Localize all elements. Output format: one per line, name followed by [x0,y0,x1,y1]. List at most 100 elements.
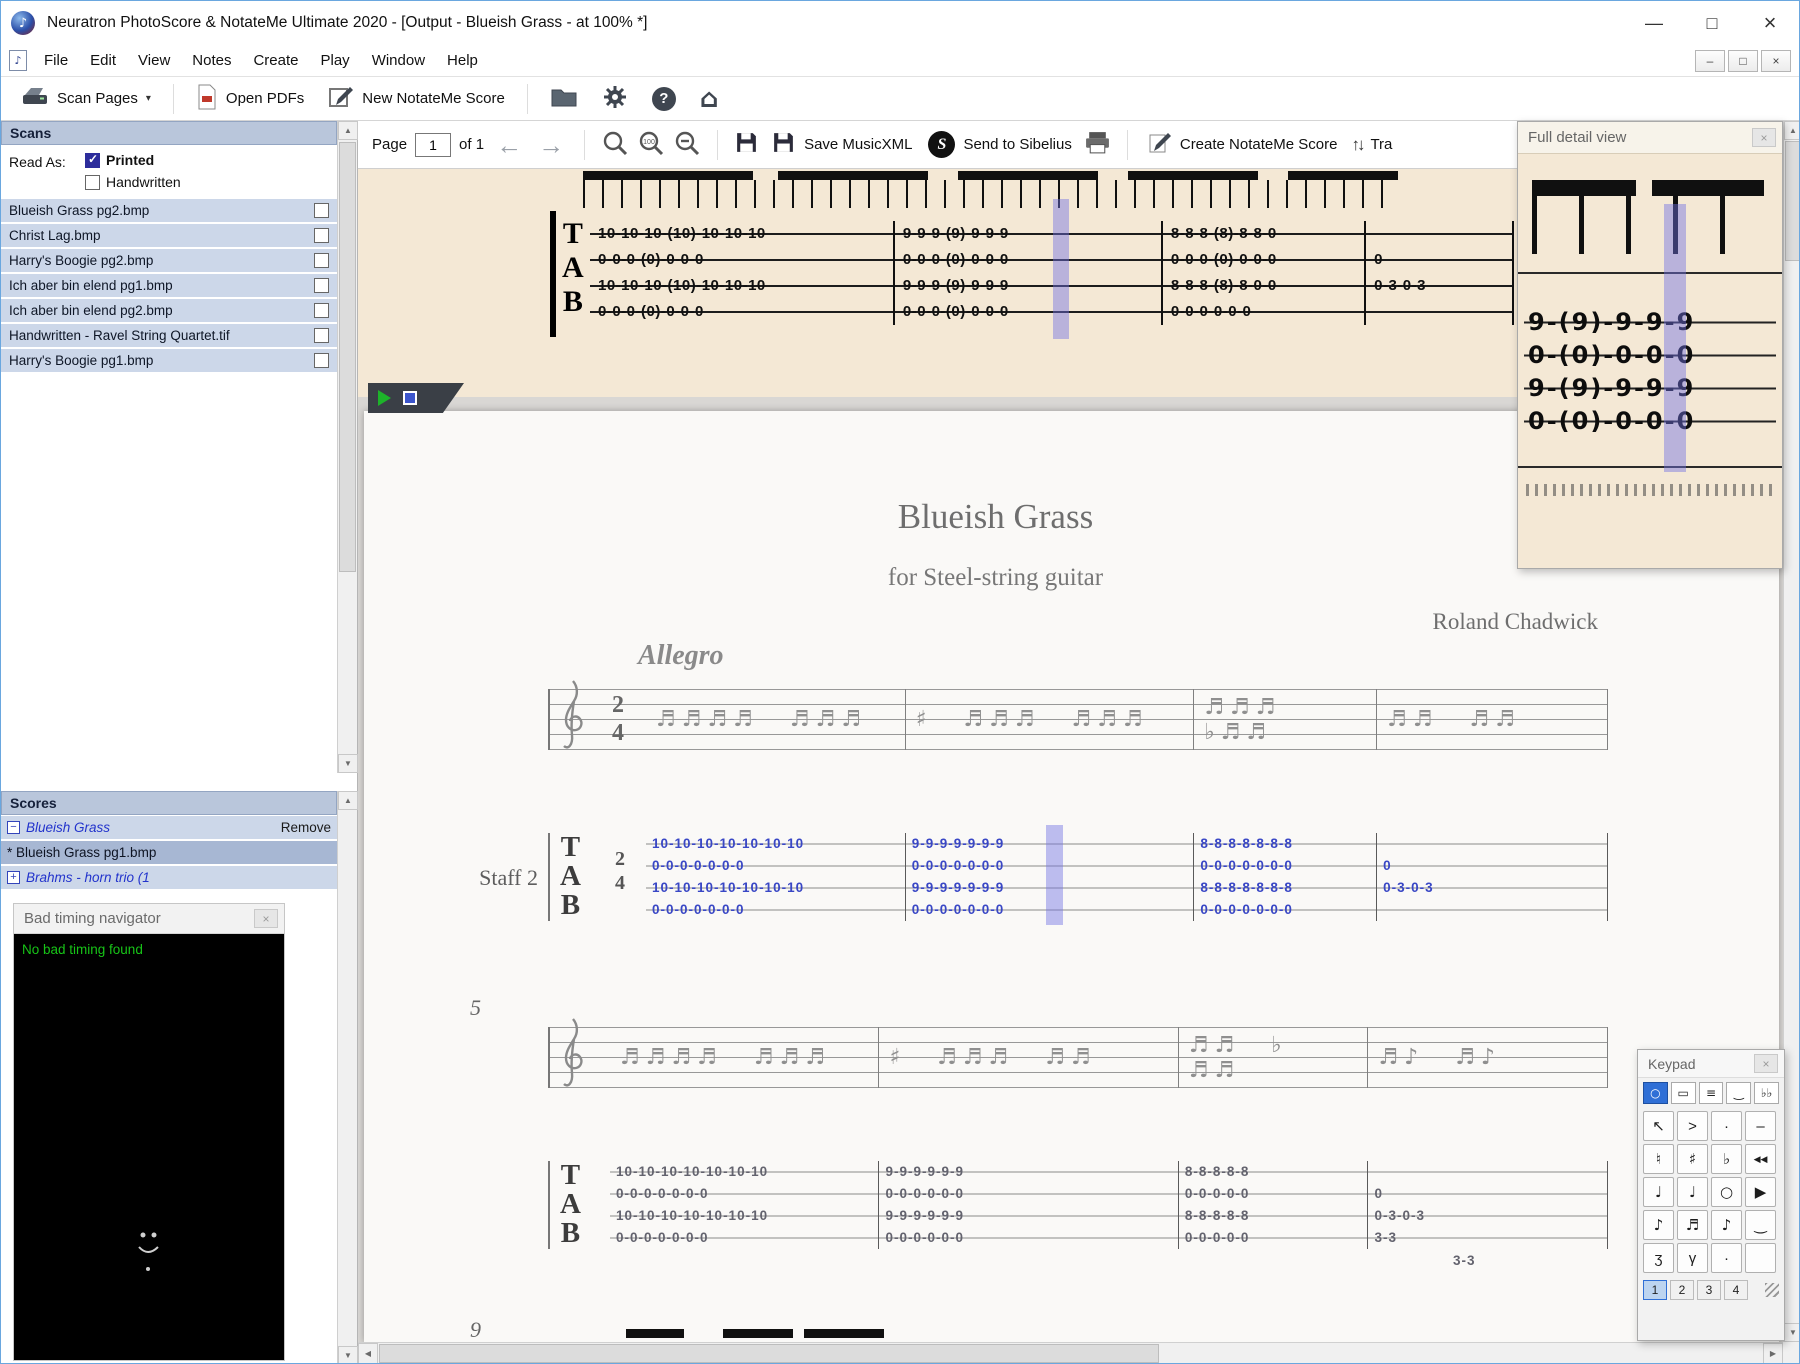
previous-page-button[interactable]: ← [492,132,526,158]
scans-scrollbar[interactable]: ▲ ▼ [337,121,358,773]
keypad-header[interactable]: Keypad × [1638,1050,1784,1078]
scan-item-checkbox[interactable] [314,353,329,368]
scroll-down-button[interactable]: ▼ [338,754,358,773]
save-icon[interactable] [734,130,759,159]
horizontal-scrollbar[interactable]: ◀ ▶ [358,1342,1783,1363]
flat-button[interactable]: ♭ [1711,1144,1742,1174]
keypad-toggle-accidentals[interactable]: ♭♭ [1754,1082,1779,1104]
scan-item-checkbox[interactable] [314,303,329,318]
new-notateme-button[interactable]: New NotateMe Score [318,80,515,118]
scroll-left-button[interactable]: ◀ [358,1343,378,1363]
keypad-toggle-ties[interactable]: ‿ [1726,1082,1752,1104]
printed-checkbox[interactable] [85,152,100,168]
score-name[interactable]: Brahms - horn trio (1 [26,870,150,885]
scan-item-checkbox[interactable] [314,253,329,268]
pointer-tool-button[interactable]: ↖ [1643,1111,1674,1141]
scroll-down-button[interactable]: ▼ [338,1346,358,1363]
scan-item-checkbox[interactable] [314,328,329,343]
keypad-tab-2[interactable]: 2 [1670,1280,1694,1300]
menu-view[interactable]: View [127,45,181,76]
accent-button[interactable]: > [1677,1111,1708,1141]
whole-note-button[interactable]: ○ [1711,1177,1742,1207]
scroll-up-button[interactable]: ▲ [1784,121,1799,140]
menu-window[interactable]: Window [361,45,436,76]
quarter-rest-button[interactable]: ʒ [1643,1243,1674,1273]
keypad-tab-1[interactable]: 1 [1643,1280,1667,1300]
keypad-tab-3[interactable]: 3 [1697,1280,1721,1300]
open-folder-button[interactable] [540,82,588,116]
zoom-in-icon[interactable] [601,129,629,161]
printed-option[interactable]: Printed [85,152,154,168]
scores-scrollbar[interactable]: ▲ ▼ [337,791,358,1363]
quarter-note-button[interactable]: ♩ [1643,1177,1674,1207]
sharp-button[interactable]: ♯ [1677,1144,1708,1174]
menu-play[interactable]: Play [310,45,361,76]
scan-list-item[interactable]: Harry's Boogie pg2.bmp [1,249,337,272]
scroll-thumb[interactable] [379,1344,1159,1363]
scroll-up-button[interactable]: ▲ [338,121,358,140]
menu-file[interactable]: File [33,45,79,76]
maximize-button[interactable]: □ [1683,1,1741,45]
close-icon[interactable]: × [1754,1054,1778,1073]
score-row-page-selected[interactable]: * Blueish Grass pg1.bmp [1,841,337,864]
scan-item-checkbox[interactable] [314,228,329,243]
help-button[interactable]: ? [642,83,686,115]
eighth-rest-button[interactable]: γ [1677,1243,1708,1273]
scan-list-item[interactable]: Ich aber bin elend pg1.bmp [1,274,337,297]
eighth-note-button[interactable]: ♪ [1711,1210,1742,1240]
next-page-button[interactable]: → [534,132,568,158]
expand-icon[interactable]: + [7,871,20,884]
keypad-toggle-lines[interactable]: ≡ [1698,1082,1724,1104]
zoom-100-icon[interactable]: 100 [637,129,665,161]
scan-list-item[interactable]: Handwritten - Ravel String Quartet.tif [1,324,337,347]
close-icon[interactable]: × [1752,128,1776,147]
score-row-blueish-grass[interactable]: − Blueish Grass Remove [1,816,337,839]
scroll-up-button[interactable]: ▲ [338,791,358,810]
scroll-right-button[interactable]: ▶ [1763,1343,1783,1363]
keypad-toggle-notes[interactable]: ○ [1643,1082,1668,1104]
tie-button[interactable]: ‿ [1745,1210,1776,1240]
page-number-input[interactable] [415,132,452,157]
minimize-button[interactable]: — [1625,1,1683,45]
keypad-toggle-beams[interactable]: ▭ [1670,1082,1696,1104]
scroll-thumb[interactable] [339,142,356,572]
full-detail-header[interactable]: Full detail view × [1518,122,1782,154]
scan-pages-button[interactable]: Scan Pages ▾ [11,81,161,117]
close-icon[interactable]: × [254,909,278,928]
eighth-note-button[interactable]: ♪ [1643,1210,1674,1240]
scan-pages-dropdown-icon[interactable]: ▾ [146,93,151,104]
resize-grip[interactable] [1765,1283,1779,1297]
dot-button[interactable]: · [1711,1243,1742,1273]
settings-button[interactable] [592,80,638,118]
mdi-minimize-button[interactable]: – [1695,49,1725,72]
scan-list-item[interactable]: Christ Lag.bmp [1,224,337,247]
create-notateme-button[interactable]: Create NotateMe Score [1144,127,1342,163]
remove-score-link[interactable]: Remove [281,820,331,835]
send-to-sibelius-button[interactable]: S Send to Sibelius [924,127,1075,162]
tenuto-button[interactable]: – [1745,1111,1776,1141]
print-icon[interactable] [1084,130,1111,159]
home-button[interactable]: ⌂ [690,83,729,115]
scroll-down-button[interactable]: ▼ [1784,1323,1799,1342]
half-note-button[interactable]: ♩ [1677,1177,1708,1207]
scan-item-checkbox[interactable] [314,203,329,218]
handwritten-checkbox[interactable] [85,174,100,190]
scan-list-item[interactable]: Blueish Grass pg2.bmp [1,199,337,222]
zoom-out-icon[interactable] [673,129,701,161]
save-musicxml-button[interactable]: Save MusicXML [767,126,916,163]
collapse-icon[interactable]: − [7,821,20,834]
menu-create[interactable]: Create [242,45,309,76]
close-button[interactable]: × [1741,1,1799,45]
mdi-close-button[interactable]: × [1761,49,1791,72]
score-name[interactable]: Blueish Grass [26,820,110,835]
score-row-brahms[interactable]: + Brahms - horn trio (1 [1,866,337,889]
blank-button[interactable] [1745,1243,1776,1273]
mdi-restore-button[interactable]: □ [1728,49,1758,72]
play-icon[interactable] [378,390,391,406]
rewind-button[interactable]: ◀◀ [1745,1144,1776,1174]
menu-notes[interactable]: Notes [181,45,242,76]
keypad-tab-4[interactable]: 4 [1724,1280,1748,1300]
natural-button[interactable]: ♮ [1643,1144,1674,1174]
stop-icon[interactable] [403,391,417,405]
dot-button[interactable]: · [1711,1111,1742,1141]
